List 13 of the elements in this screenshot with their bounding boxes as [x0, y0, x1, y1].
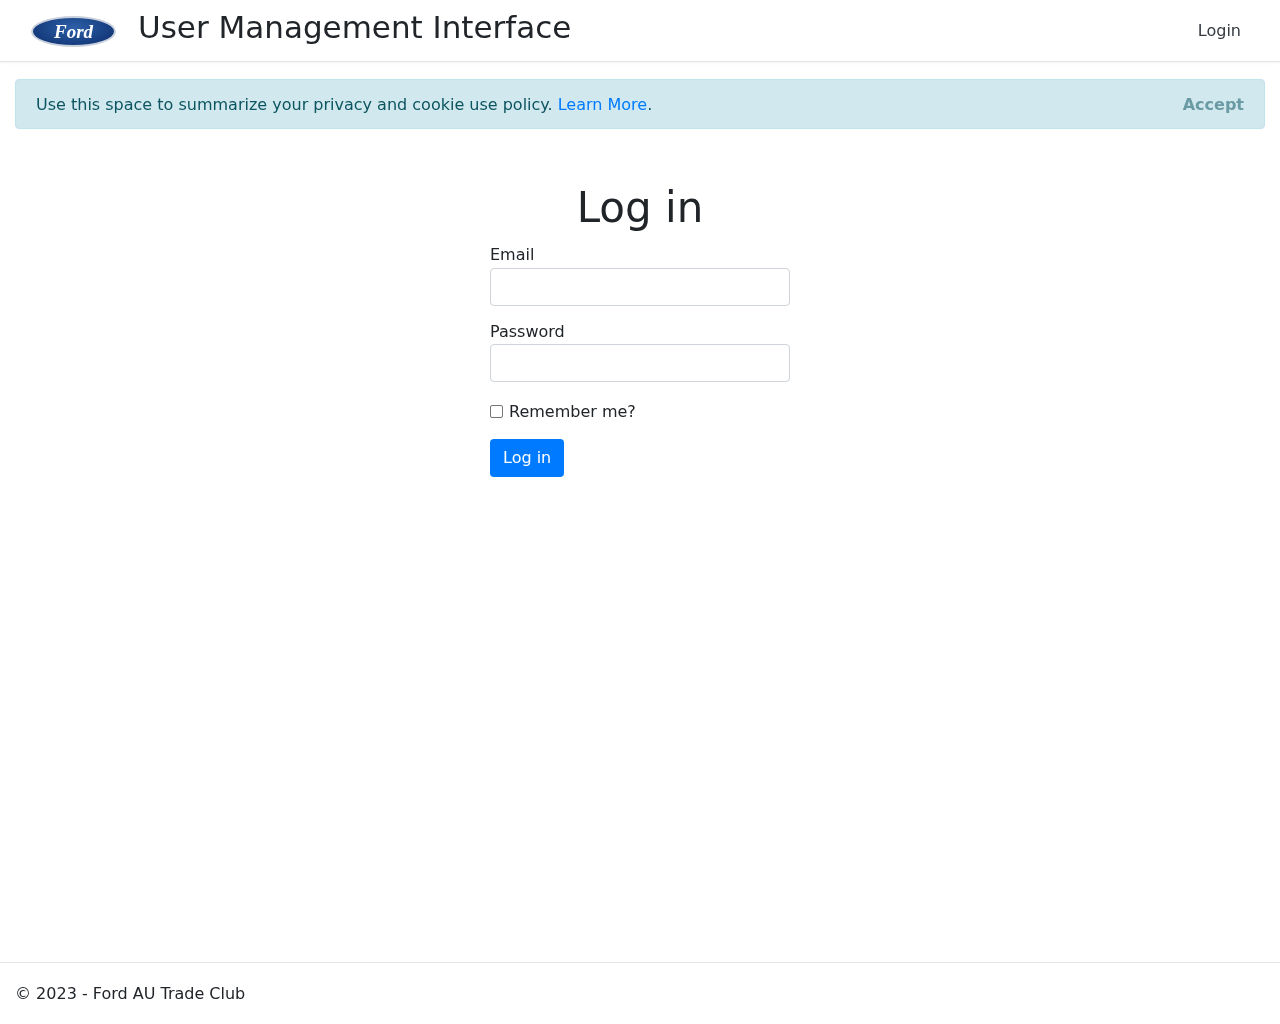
- oval-logo[interactable]: Ford: [31, 15, 116, 47]
- page-heading: Log in: [576, 183, 704, 234]
- site-title[interactable]: User Management Interface: [138, 8, 572, 45]
- input-field[interactable]: [490, 267, 790, 306]
- checkbox[interactable]: [490, 404, 503, 418]
- checkbox-label: Remember me?: [509, 401, 636, 421]
- field-label: Password: [490, 321, 566, 341]
- field-label: Email: [490, 245, 536, 265]
- cookie-message: Use this space to summarize your privacy and cookie use policy. Learn More.: [36, 94, 653, 114]
- footer-text: © 2023 - Ford AU Trade Club: [15, 984, 246, 1003]
- nav-link[interactable]: Login: [1197, 21, 1241, 40]
- input-field[interactable]: [490, 343, 790, 382]
- login-button[interactable]: Log in: [490, 438, 565, 477]
